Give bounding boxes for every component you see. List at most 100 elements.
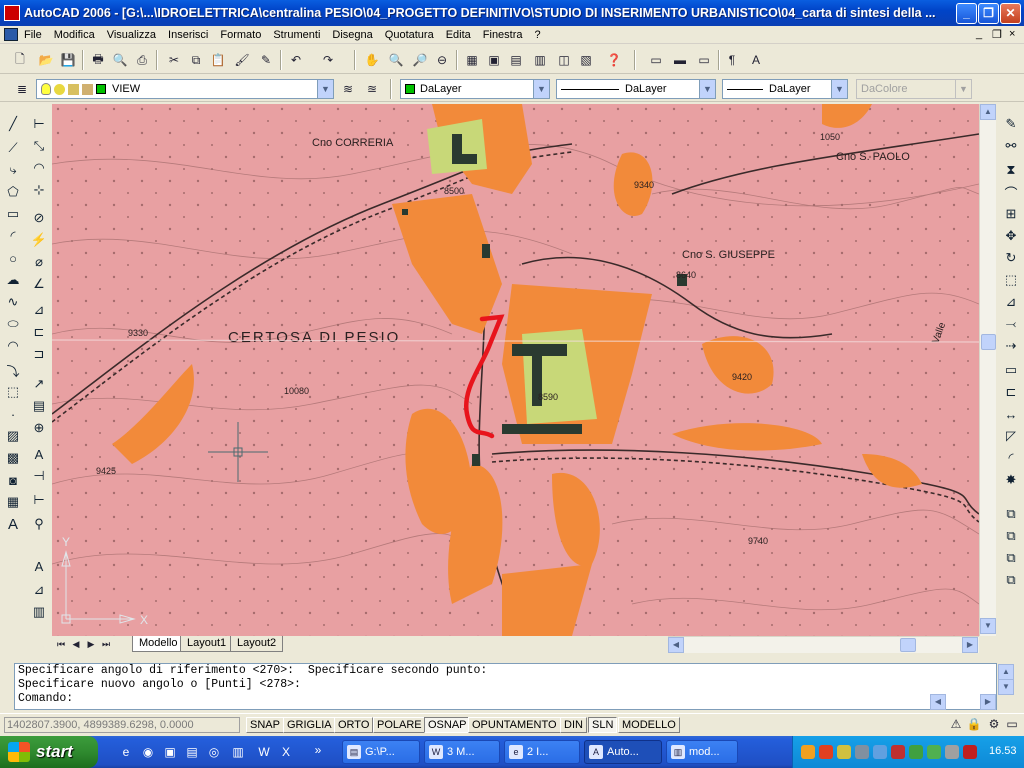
scale-text-icon[interactable]: ⊿ bbox=[29, 580, 49, 600]
text-icon[interactable]: A bbox=[29, 556, 49, 576]
menu-strumenti[interactable]: Strumenti bbox=[267, 29, 326, 41]
quick-dim-icon[interactable]: ⊿ bbox=[29, 300, 49, 320]
gradient-icon[interactable]: ▩ bbox=[3, 448, 23, 468]
tray-app-icon[interactable] bbox=[801, 745, 815, 759]
toggle-snap[interactable]: SNAP bbox=[246, 717, 284, 733]
center-mark-icon[interactable]: ⊕ bbox=[29, 418, 49, 438]
copy-icon[interactable]: ⧉ bbox=[186, 50, 206, 70]
first-tab-button[interactable]: ⏮ bbox=[54, 636, 68, 652]
rotate-icon[interactable]: ↻ bbox=[1001, 248, 1021, 268]
trim-icon[interactable]: ⤙ bbox=[1001, 314, 1021, 334]
chevron-down-icon[interactable]: ▼ bbox=[317, 80, 333, 98]
extend-icon[interactable]: ⇢ bbox=[1001, 336, 1021, 356]
dim-style-icon[interactable]: ⚲ bbox=[29, 514, 49, 534]
publish-icon[interactable]: ⎙ bbox=[132, 50, 152, 70]
scroll-down-button[interactable]: ▼ bbox=[980, 618, 996, 634]
network-tray-icon[interactable] bbox=[855, 745, 869, 759]
cmd-scroll-down-button[interactable]: ▼ bbox=[998, 679, 1014, 695]
vertical-scrollbar[interactable]: ▲ ▼ bbox=[979, 104, 996, 636]
construction-line-icon[interactable]: ⟋ bbox=[3, 138, 23, 158]
hatch-icon[interactable]: ▨ bbox=[3, 426, 23, 446]
last-tab-button[interactable]: ⏭ bbox=[99, 636, 113, 652]
acrobat-quicklaunch-icon[interactable]: ▥ bbox=[228, 742, 248, 762]
erase-icon[interactable]: ✎ bbox=[1001, 114, 1021, 134]
scale-icon[interactable]: ⬚ bbox=[1001, 270, 1021, 290]
cmd-scroll-up-button[interactable]: ▲ bbox=[998, 664, 1014, 680]
move-icon[interactable]: ✥ bbox=[1001, 226, 1021, 246]
ie-quicklaunch-icon[interactable]: e bbox=[116, 742, 136, 762]
tool-palettes-icon[interactable]: ▤ bbox=[506, 50, 526, 70]
toggle-griglia[interactable]: GRIGLIA bbox=[283, 717, 336, 733]
circle-icon[interactable]: ○ bbox=[3, 248, 23, 268]
sheet-set-icon[interactable]: ▥ bbox=[530, 50, 550, 70]
chevron-down-icon[interactable]: ▼ bbox=[831, 80, 847, 98]
toggle-opuntamento[interactable]: OPUNTAMENTO bbox=[468, 717, 561, 733]
dimtedit-icon[interactable]: ⊣ bbox=[29, 466, 49, 486]
region-icon[interactable]: ◙ bbox=[3, 470, 23, 490]
chamfer-icon[interactable]: ◸ bbox=[1001, 426, 1021, 446]
volume-tray-icon[interactable] bbox=[945, 745, 959, 759]
explorer-quicklaunch-icon[interactable]: ▣ bbox=[160, 742, 180, 762]
cut-icon[interactable]: ✂ bbox=[164, 50, 184, 70]
properties-icon[interactable]: ▦ bbox=[462, 50, 482, 70]
stretch-icon[interactable]: ⊿ bbox=[1001, 292, 1021, 312]
multiline-text-icon[interactable]: A bbox=[3, 514, 23, 534]
task-ie[interactable]: e 2 I... bbox=[504, 740, 580, 764]
offset-icon[interactable]: ⌒ bbox=[1001, 182, 1021, 202]
join-icon[interactable]: ↔ bbox=[1001, 404, 1021, 424]
minimize-button[interactable]: _ bbox=[956, 3, 977, 24]
lock-icon[interactable]: 🔒 bbox=[966, 716, 982, 732]
cmd-scroll-right-button[interactable]: ▶ bbox=[980, 694, 996, 710]
excel-quicklaunch-icon[interactable]: X bbox=[276, 742, 296, 762]
dim-update-icon[interactable]: ⊢ bbox=[29, 490, 49, 510]
make-block-icon[interactable]: ⬚ bbox=[3, 382, 23, 402]
dimedit-icon[interactable]: A bbox=[29, 444, 49, 464]
dim-diameter-icon[interactable]: ⌀ bbox=[29, 252, 49, 272]
text-style-icon[interactable]: A bbox=[746, 50, 766, 70]
line-icon[interactable]: ╱ bbox=[3, 114, 23, 134]
antivirus-tray-icon[interactable] bbox=[891, 745, 905, 759]
quick-leader-icon[interactable]: ↗ bbox=[29, 374, 49, 394]
task-autocad[interactable]: A Auto... bbox=[584, 740, 662, 764]
dim-jogged-icon[interactable]: ⚡ bbox=[29, 230, 49, 250]
redo-icon[interactable]: ↷ bbox=[318, 50, 338, 70]
break-icon[interactable]: ⊏ bbox=[1001, 382, 1021, 402]
linetype-dropdown[interactable]: DaLayer ▼ bbox=[556, 79, 716, 99]
dim-continue-icon[interactable]: ⊐ bbox=[29, 344, 49, 364]
start-button[interactable]: start bbox=[0, 736, 98, 768]
block-editor-icon[interactable]: ✎ bbox=[256, 50, 276, 70]
command-window[interactable]: Specificare angolo di riferimento <270>:… bbox=[14, 663, 997, 710]
break-at-point-icon[interactable]: ▭ bbox=[1001, 360, 1021, 380]
match-properties-icon[interactable]: 🖌 bbox=[232, 50, 252, 70]
dim-linear-icon[interactable]: ▭ bbox=[646, 50, 666, 70]
dim-baseline-icon[interactable]: ⊏ bbox=[29, 322, 49, 342]
bluetooth-tray-icon[interactable] bbox=[873, 745, 887, 759]
clock[interactable]: 16.53 bbox=[989, 745, 1017, 757]
draworder-back-icon[interactable]: ⧉ bbox=[1001, 526, 1021, 546]
new-icon[interactable]: 🗋 bbox=[10, 50, 30, 70]
find-icon[interactable]: ▥ bbox=[29, 602, 49, 622]
dim-aligned-icon[interactable]: ⤡ bbox=[29, 136, 49, 156]
print-icon[interactable]: 🖶 bbox=[88, 50, 108, 70]
menu-modifica[interactable]: Modifica bbox=[48, 29, 101, 41]
close-button[interactable]: ✕ bbox=[1000, 3, 1021, 24]
tab-modello[interactable]: Modello bbox=[132, 636, 185, 652]
nvidia-tray-icon[interactable] bbox=[909, 745, 923, 759]
toggle-sln[interactable]: SLN bbox=[588, 717, 618, 733]
security-tray-icon[interactable] bbox=[963, 745, 977, 759]
menu-inserisci[interactable]: Inserisci bbox=[162, 29, 214, 41]
dim-radius-icon[interactable]: ⊘ bbox=[29, 208, 49, 228]
zoom-realtime-icon[interactable]: 🔍 bbox=[386, 50, 406, 70]
menu-visualizza[interactable]: Visualizza bbox=[101, 29, 162, 41]
zoom-window-icon[interactable]: 🔎 bbox=[410, 50, 430, 70]
fillet-icon[interactable]: ◜ bbox=[1001, 448, 1021, 468]
polyline-icon[interactable]: ⤷ bbox=[3, 160, 23, 180]
doc-minimize-button[interactable]: _ bbox=[976, 28, 982, 40]
undo-icon[interactable]: ↶ bbox=[286, 50, 306, 70]
layer-previous-icon[interactable]: ≊ bbox=[362, 79, 382, 99]
calculator-icon[interactable]: ▧ bbox=[576, 50, 596, 70]
paste-icon[interactable]: 📋 bbox=[208, 50, 228, 70]
table-icon[interactable]: ▦ bbox=[3, 492, 23, 512]
revision-cloud-icon[interactable]: ☁ bbox=[3, 270, 23, 290]
shield-tray-icon[interactable] bbox=[837, 745, 851, 759]
